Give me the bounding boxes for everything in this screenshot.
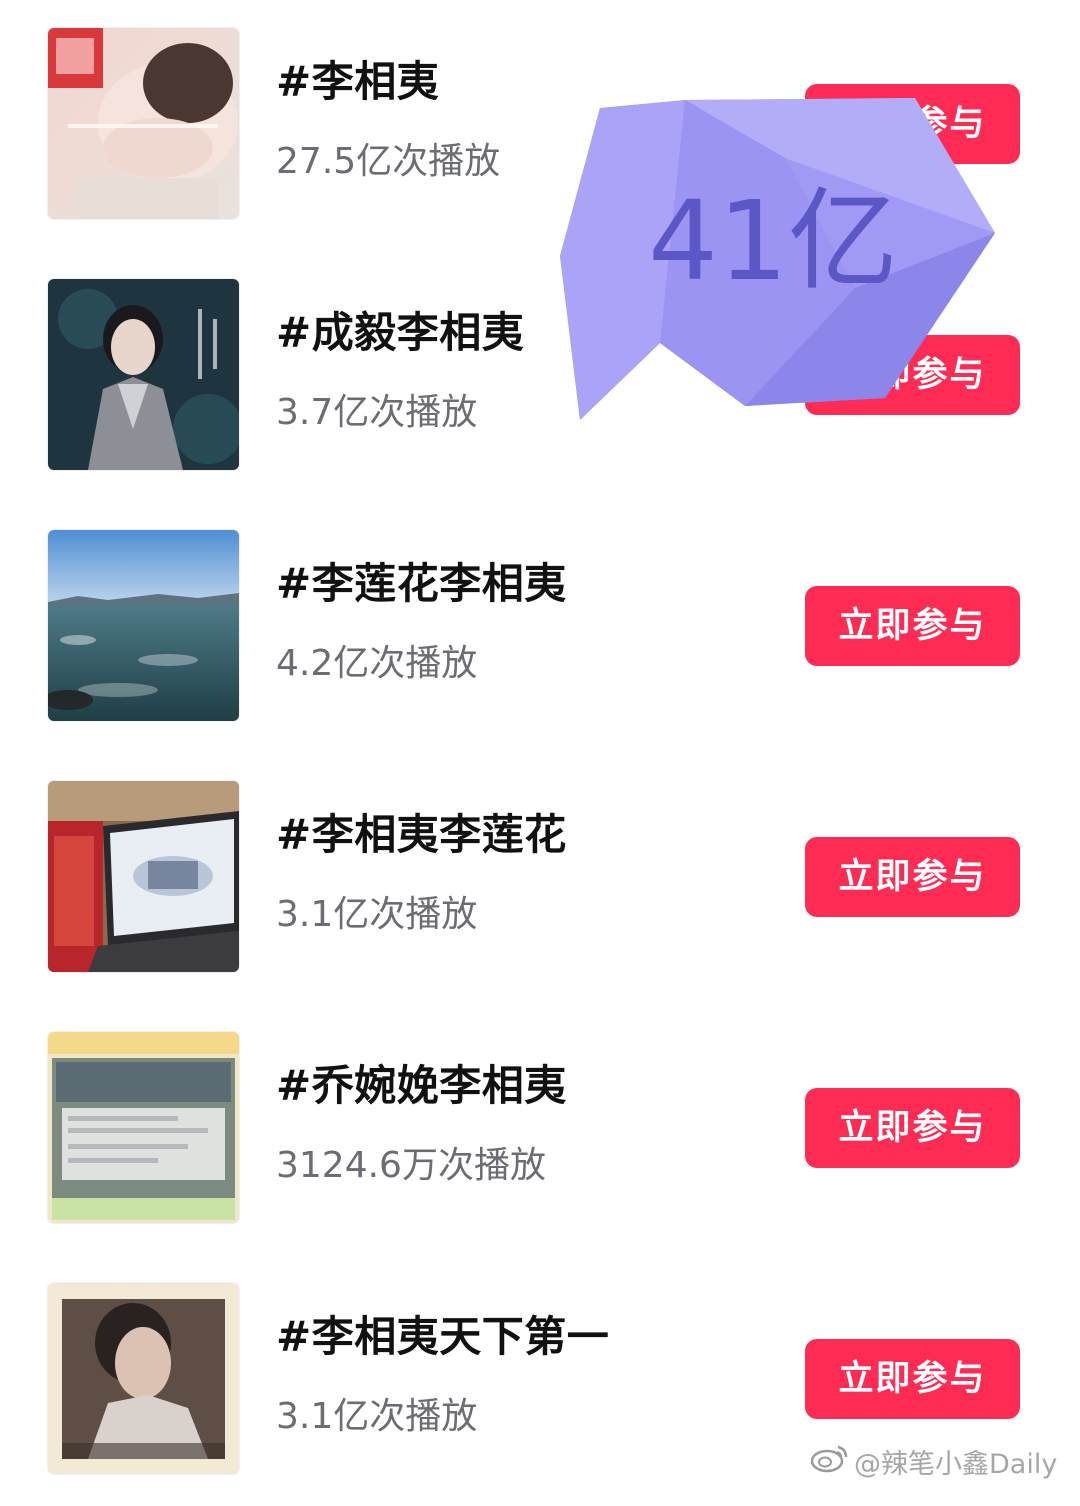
play-count: 27.5亿次播放 [276, 141, 501, 182]
topic-item[interactable]: #李相夷李莲花 3.1亿次播放 立即参与 [0, 753, 1080, 1004]
join-button[interactable]: 立即参与 [805, 586, 1020, 666]
join-button[interactable]: 立即参与 [805, 1088, 1020, 1168]
bubble-label: 41亿 [648, 177, 898, 305]
topic-thumbnail[interactable] [48, 1032, 239, 1223]
play-count: 3.1亿次播放 [276, 1396, 478, 1437]
topic-item[interactable]: #乔婉娩李相夷 3124.6万次播放 立即参与 [0, 1004, 1080, 1255]
play-count: 3.1亿次播放 [276, 894, 478, 935]
weibo-icon [810, 1443, 854, 1485]
play-count: 3.7亿次播放 [276, 392, 478, 433]
topic-title[interactable]: #李相夷天下第一 [276, 1306, 609, 1368]
join-button[interactable]: 立即参与 [805, 837, 1020, 917]
topic-thumbnail[interactable] [48, 1283, 239, 1474]
play-count: 3124.6万次播放 [276, 1145, 546, 1186]
topic-title[interactable]: #乔婉娩李相夷 [276, 1055, 567, 1117]
topic-title[interactable]: #李相夷 [276, 51, 439, 113]
topic-title[interactable]: #李相夷李莲花 [276, 804, 567, 866]
topic-title[interactable]: #李莲花李相夷 [276, 553, 567, 615]
play-count: 4.2亿次播放 [276, 643, 478, 684]
topic-thumbnail[interactable] [48, 530, 239, 721]
topic-thumbnail[interactable] [48, 781, 239, 972]
watermark-text: @辣笔小鑫Daily [854, 1449, 1058, 1480]
topic-title[interactable]: #成毅李相夷 [276, 302, 524, 364]
watermark: @辣笔小鑫Daily [810, 1443, 1057, 1483]
topic-thumbnail[interactable] [48, 28, 239, 219]
join-button[interactable]: 立即参与 [805, 1339, 1020, 1419]
topic-thumbnail[interactable] [48, 279, 239, 470]
total-plays-bubble: 41亿 [555, 98, 1005, 428]
topic-item[interactable]: #李莲花李相夷 4.2亿次播放 立即参与 [0, 502, 1080, 753]
